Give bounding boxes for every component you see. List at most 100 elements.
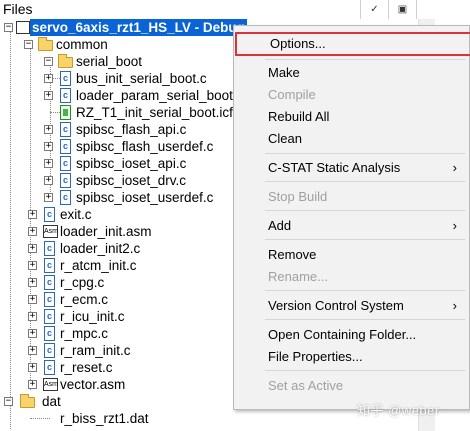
menu-item-options[interactable]: Options... — [235, 32, 470, 56]
menu-item-compile: Compile — [234, 84, 469, 106]
submenu-arrow-icon: › — [452, 218, 457, 233]
folder-label: dat — [42, 394, 61, 409]
c-file-icon: c — [44, 258, 55, 273]
files-panel-header: Files ✓ ▣ — [0, 0, 470, 19]
expand-icon[interactable]: + — [28, 278, 37, 287]
menu-item-label: Options... — [270, 36, 326, 51]
gear-check-icon[interactable]: ✓ — [360, 0, 388, 19]
c-file-icon: c — [44, 360, 55, 375]
expand-icon[interactable]: + — [28, 295, 37, 304]
expand-icon[interactable]: + — [28, 380, 37, 389]
expand-icon[interactable]: + — [28, 312, 37, 321]
expand-icon[interactable]: + — [28, 261, 37, 270]
c-file-icon: c — [44, 326, 55, 341]
build-status-icon[interactable]: ▣ — [388, 0, 416, 19]
expand-icon[interactable]: + — [28, 210, 37, 219]
panel-title: Files — [3, 1, 33, 17]
file-label: r_ecm.c — [60, 292, 109, 307]
menu-item-remove[interactable]: Remove — [234, 244, 469, 266]
folder-icon — [58, 54, 73, 68]
file-label: spibsc_ioset_userdef.c — [76, 190, 214, 205]
menu-item-label: Rename... — [268, 269, 328, 284]
menu-item-add[interactable]: Add › — [234, 215, 469, 237]
c-file-icon: c — [60, 88, 71, 103]
expand-icon[interactable]: + — [44, 193, 53, 202]
menu-item-label: Compile — [268, 87, 316, 102]
menu-item-rename: Rename... — [234, 266, 469, 288]
folder-label: serial_boot — [76, 54, 143, 69]
collapse-icon[interactable]: − — [4, 23, 13, 32]
menu-separator — [265, 290, 465, 291]
c-file-icon: c — [60, 156, 71, 171]
expand-icon[interactable]: + — [44, 159, 53, 168]
watermark: 知乎 @weber — [357, 403, 440, 418]
expand-icon[interactable]: + — [28, 363, 37, 372]
expand-icon[interactable]: + — [28, 227, 37, 236]
menu-item-label: Version Control System — [268, 298, 404, 313]
menu-item-file-properties[interactable]: File Properties... — [234, 346, 469, 368]
collapse-icon[interactable]: − — [4, 397, 13, 406]
menu-item-cstat[interactable]: C-STAT Static Analysis › — [234, 157, 469, 179]
menu-item-stop-build: Stop Build — [234, 186, 469, 208]
file-label: r_atcm_init.c — [60, 258, 137, 273]
menu-item-label: C-STAT Static Analysis — [268, 160, 401, 175]
file-label: loader_param_serial_boot.c — [76, 88, 244, 103]
c-file-icon: c — [60, 139, 71, 154]
tree-branch — [50, 112, 60, 113]
menu-item-version-control[interactable]: Version Control System › — [234, 295, 469, 317]
expand-icon[interactable]: + — [28, 244, 37, 253]
collapse-icon[interactable]: − — [24, 40, 33, 49]
tree-row-file[interactable]: r_biss_rzt1.dat — [0, 410, 418, 427]
file-label: spibsc_ioset_api.c — [76, 156, 187, 171]
file-label: spibsc_flash_userdef.c — [76, 139, 214, 154]
file-label: r_ram_init.c — [60, 343, 131, 358]
submenu-arrow-icon: › — [452, 160, 457, 175]
project-label: servo_6axis_rzt1_HS_LV - Debug — [30, 19, 247, 36]
asm-file-icon: Asm — [43, 378, 58, 391]
file-label: r_mpc.c — [60, 326, 109, 341]
submenu-arrow-icon: › — [452, 298, 457, 313]
menu-item-label: File Properties... — [268, 349, 363, 364]
file-label: spibsc_flash_api.c — [76, 122, 187, 137]
c-file-icon: c — [44, 275, 55, 290]
tree-branch — [30, 418, 50, 419]
c-file-icon: c — [44, 309, 55, 324]
folder-label: common — [56, 37, 108, 52]
menu-item-rebuild-all[interactable]: Rebuild All — [234, 106, 469, 128]
expand-icon[interactable]: + — [28, 329, 37, 338]
menu-item-label: Set as Active — [268, 378, 344, 393]
expand-icon[interactable]: + — [44, 125, 53, 134]
menu-separator — [265, 210, 465, 211]
menu-separator — [265, 153, 465, 154]
c-file-icon: c — [44, 343, 55, 358]
linker-file-icon — [60, 105, 71, 120]
menu-item-label: Stop Build — [268, 189, 328, 204]
menu-item-make[interactable]: Make — [234, 62, 469, 84]
c-file-icon: c — [60, 122, 71, 137]
menu-item-label: Make — [268, 65, 300, 80]
file-label: spibsc_ioset_drv.c — [76, 173, 187, 188]
c-file-icon: c — [60, 190, 71, 205]
expand-icon[interactable]: + — [28, 346, 37, 355]
expand-icon[interactable]: + — [44, 176, 53, 185]
file-label: vector.asm — [60, 377, 126, 392]
file-label: r_reset.c — [60, 360, 113, 375]
expand-icon[interactable]: + — [44, 142, 53, 151]
menu-separator — [265, 239, 465, 240]
menu-item-clean[interactable]: Clean — [234, 128, 469, 150]
c-file-icon: c — [60, 71, 71, 86]
expand-icon[interactable]: + — [44, 91, 53, 100]
context-menu: Options... Make Compile Rebuild All Clea… — [233, 25, 470, 410]
project-icon — [16, 21, 30, 34]
collapse-icon[interactable]: − — [44, 57, 53, 66]
menu-item-label: Add — [268, 218, 292, 233]
file-label: r_icu_init.c — [60, 309, 125, 324]
expand-icon[interactable]: + — [44, 74, 53, 83]
menu-item-label: Rebuild All — [268, 109, 330, 124]
c-file-icon: c — [44, 292, 55, 307]
menu-item-open-containing-folder[interactable]: Open Containing Folder... — [234, 324, 469, 346]
c-file-icon: c — [44, 241, 55, 256]
menu-separator — [265, 319, 465, 320]
folder-icon — [38, 37, 53, 51]
menu-item-set-as-active: Set as Active — [234, 375, 469, 397]
